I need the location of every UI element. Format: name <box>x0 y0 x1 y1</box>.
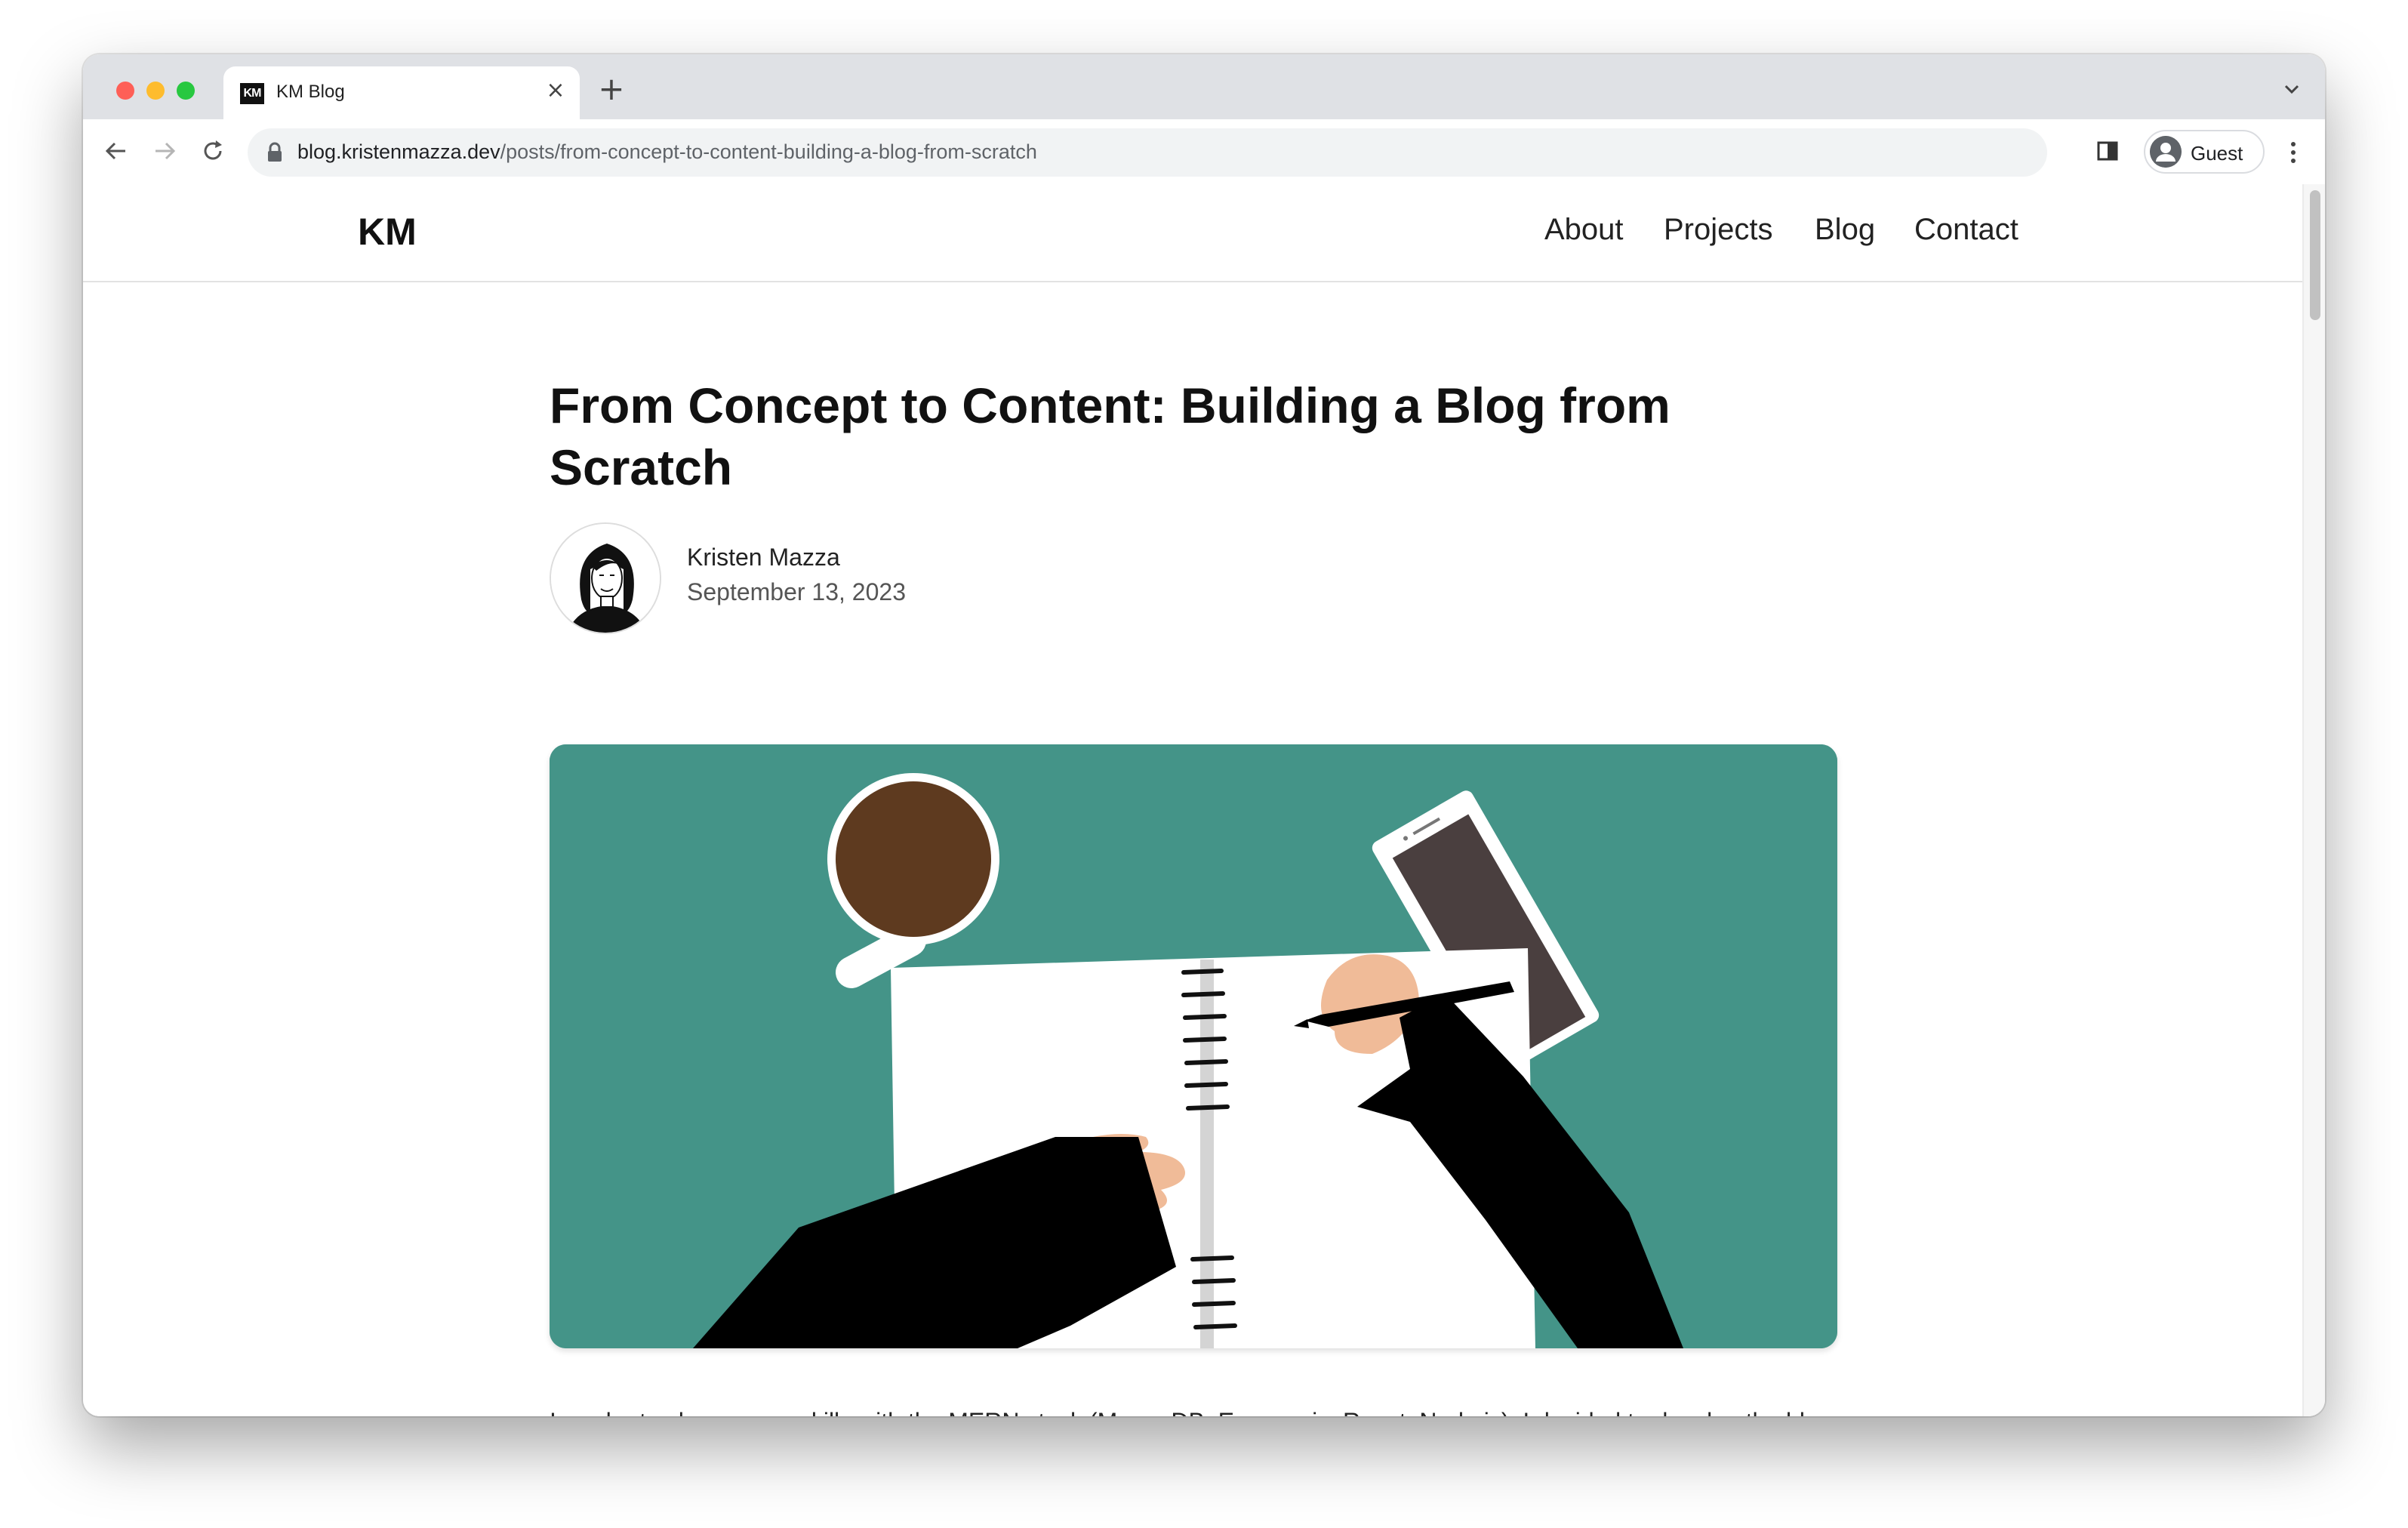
scrollbar-thumb[interactable] <box>2310 190 2320 320</box>
kebab-menu-icon[interactable] <box>2284 139 2302 166</box>
side-panel-icon[interactable] <box>2094 137 2121 165</box>
nav-link-contact[interactable]: Contact <box>1914 213 2018 247</box>
lock-icon <box>268 142 282 162</box>
browser-tab[interactable]: KM KM Blog × <box>223 66 580 119</box>
hero-image <box>550 744 1837 1348</box>
page-scrollbar[interactable] <box>2302 184 2325 1416</box>
chevron-down-icon[interactable] <box>2280 77 2304 101</box>
author-portrait-illustration <box>551 524 660 633</box>
reload-icon[interactable] <box>198 136 228 166</box>
writing-notebook-illustration <box>550 744 1837 1348</box>
tab-strip: KM KM Blog × + <box>83 54 2325 119</box>
site-header: KM About Projects Blog Contact <box>83 184 2304 282</box>
back-arrow-icon[interactable] <box>101 136 131 166</box>
nav-link-projects[interactable]: Projects <box>1664 213 1773 247</box>
tab-title: KM Blog <box>276 82 345 102</box>
profile-button[interactable]: Guest <box>2144 130 2265 174</box>
profile-label: Guest <box>2191 142 2243 165</box>
url-host: blog.kristenmazza.dev <box>297 140 500 163</box>
nav-link-about[interactable]: About <box>1544 213 1624 247</box>
close-window-button[interactable] <box>116 82 134 100</box>
author-avatar <box>550 522 661 634</box>
browser-window: KM KM Blog × + blog.kristenmazza.dev/pos… <box>83 54 2325 1416</box>
zoom-window-button[interactable] <box>177 82 195 100</box>
page-viewport: KM About Projects Blog Contact From Conc… <box>83 184 2325 1416</box>
nav-link-blog[interactable]: Blog <box>1815 213 1875 247</box>
close-icon[interactable]: × <box>543 79 568 103</box>
post-date: September 13, 2023 <box>687 578 906 605</box>
minimize-window-button[interactable] <box>146 82 165 100</box>
address-bar[interactable]: blog.kristenmazza.dev/posts/from-concept… <box>248 128 2047 177</box>
url-path: /posts/from-concept-to-content-building-… <box>500 140 1037 163</box>
site-logo[interactable]: KM <box>358 210 417 254</box>
post-title: From Concept to Content: Building a Blog… <box>550 377 1671 495</box>
post-intro-paragraph: In order to sharpen my skills with the M… <box>550 1404 1837 1416</box>
profile-icon <box>2150 136 2182 168</box>
forward-arrow-icon[interactable] <box>149 136 180 166</box>
url-text: blog.kristenmazza.dev/posts/from-concept… <box>297 140 1037 164</box>
browser-toolbar: blog.kristenmazza.dev/posts/from-concept… <box>83 119 2325 186</box>
favicon-icon: KM <box>240 83 264 104</box>
plus-icon[interactable]: + <box>596 73 627 105</box>
author-name: Kristen Mazza <box>687 544 840 571</box>
